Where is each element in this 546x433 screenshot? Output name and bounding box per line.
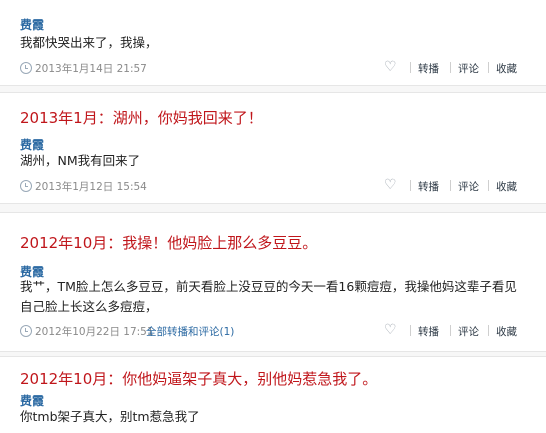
divider bbox=[450, 325, 451, 336]
post-meta: 2013年1月12日 15:54 ♡ 转播 评论 收藏 bbox=[20, 178, 524, 194]
divider bbox=[488, 325, 489, 336]
divider bbox=[488, 62, 489, 73]
heart-icon[interactable]: ♡ bbox=[384, 323, 398, 337]
clock-icon bbox=[20, 180, 32, 192]
post-meta: 2012年10月22日 17:51 全部转播和评论(1) ♡ 转播 评论 收藏 bbox=[20, 323, 524, 339]
divider bbox=[410, 62, 411, 73]
post-text: 我都快哭出来了，我操， bbox=[20, 35, 158, 50]
post-caption: 2013年1月：湖州，你妈我回来了！ bbox=[20, 109, 263, 127]
post-author[interactable]: 费霞 bbox=[20, 16, 44, 33]
post-caption: 2012年10月：我操！他妈脸上那么多豆豆。 bbox=[20, 234, 318, 252]
clock-icon bbox=[20, 325, 32, 337]
post-actions: ♡ 转播 评论 收藏 bbox=[384, 178, 524, 194]
divider bbox=[410, 325, 411, 336]
post-text: 湖州，NM我有回来了 bbox=[20, 153, 141, 168]
repost-button[interactable]: 转播 bbox=[418, 179, 439, 194]
weibo-feed: 费霞 我都快哭出来了，我操， 2013年1月14日 21:57 ♡ 转播 评论 … bbox=[0, 0, 546, 433]
post-card: 2012年10月：你他妈逼架子真大，别他妈惹急我了。 费霞 你tmb架子真大，别… bbox=[0, 356, 546, 433]
comment-button[interactable]: 评论 bbox=[458, 324, 479, 339]
clock-icon bbox=[20, 62, 32, 74]
post-card: 2013年1月：湖州，你妈我回来了！ 费霞 湖州，NM我有回来了 2013年1月… bbox=[0, 92, 546, 204]
divider bbox=[450, 62, 451, 73]
divider bbox=[410, 180, 411, 191]
post-date[interactable]: 2013年1月14日 21:57 bbox=[35, 61, 147, 76]
divider bbox=[488, 180, 489, 191]
collect-button[interactable]: 收藏 bbox=[496, 61, 517, 76]
post-date[interactable]: 2013年1月12日 15:54 bbox=[35, 179, 147, 194]
divider bbox=[450, 180, 451, 191]
post-card: 2012年10月：我操！他妈脸上那么多豆豆。 费霞 我艹，TM脸上怎么多豆豆，前… bbox=[0, 212, 546, 352]
repost-button[interactable]: 转播 bbox=[418, 324, 439, 339]
collect-button[interactable]: 收藏 bbox=[496, 324, 517, 339]
heart-icon[interactable]: ♡ bbox=[384, 60, 398, 74]
repost-button[interactable]: 转播 bbox=[418, 61, 439, 76]
post-text: 我艹，TM脸上怎么多豆豆，前天看脸上没豆豆的今天一看16颗痘痘，我操他妈这辈子看… bbox=[20, 279, 517, 314]
all-reposts-comments-link[interactable]: 全部转播和评论(1) bbox=[146, 324, 234, 339]
collect-button[interactable]: 收藏 bbox=[496, 179, 517, 194]
post-text: 你tmb架子真大，别tm惹急我了 bbox=[20, 409, 200, 424]
post-caption: 2012年10月：你他妈逼架子真大，别他妈惹急我了。 bbox=[20, 370, 378, 388]
post-meta: 2013年1月14日 21:57 ♡ 转播 评论 收藏 bbox=[20, 60, 524, 76]
comment-button[interactable]: 评论 bbox=[458, 61, 479, 76]
post-actions: ♡ 转播 评论 收藏 bbox=[384, 60, 524, 76]
post-actions: ♡ 转播 评论 收藏 bbox=[384, 323, 524, 339]
comment-button[interactable]: 评论 bbox=[458, 179, 479, 194]
post-card: 费霞 我都快哭出来了，我操， 2013年1月14日 21:57 ♡ 转播 评论 … bbox=[0, 0, 546, 86]
heart-icon[interactable]: ♡ bbox=[384, 178, 398, 192]
post-date[interactable]: 2012年10月22日 17:51 bbox=[35, 324, 154, 339]
